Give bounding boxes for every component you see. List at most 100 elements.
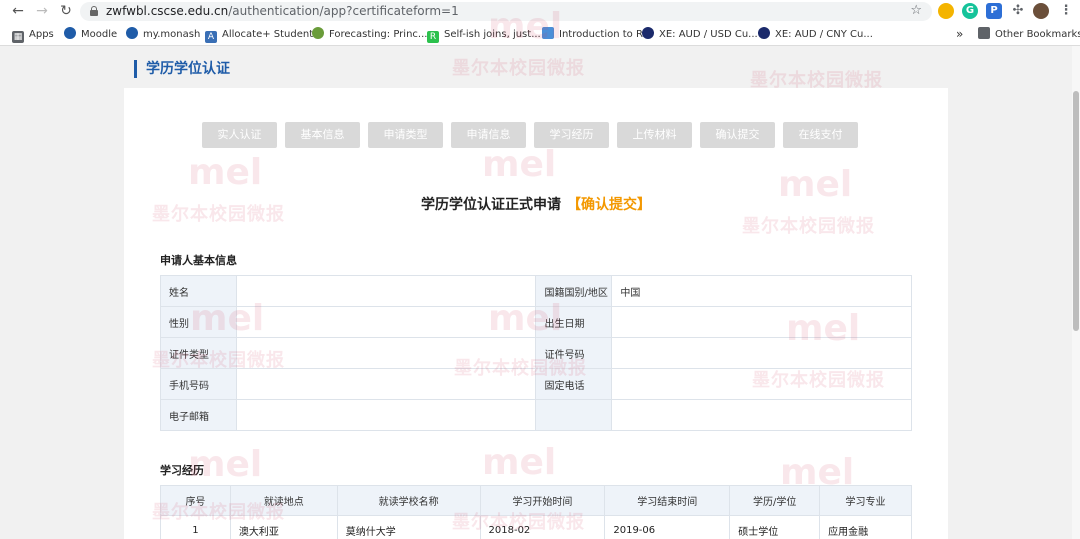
empty-value <box>611 399 912 431</box>
column-header: 学历/学位 <box>729 485 821 516</box>
id-number-value <box>611 337 912 369</box>
column-header: 学习开始时间 <box>479 485 606 516</box>
allocate-icon: A <box>205 31 217 43</box>
bookmark-label: Self-ish joins, just... <box>444 29 541 40</box>
birth-date-label: 出生日期 <box>535 306 613 338</box>
globe-icon <box>64 27 76 39</box>
watermark-text: 墨尔本校园微报 <box>452 58 585 79</box>
url-text: zwfwbl.cscse.edu.cn/authentication/app?c… <box>106 4 459 19</box>
table-cell: 2018-02 <box>479 515 606 539</box>
table-row: 证件类型 证件号码 <box>160 337 912 369</box>
bookmark-label: my.monash <box>143 29 201 40</box>
gender-label: 性别 <box>160 306 237 338</box>
bookmark-label: XE: AUD / CNY Cu... <box>775 29 873 40</box>
url-path: /authentication/app?certificateform=1 <box>228 4 459 18</box>
arrow-right-icon: → <box>36 3 48 19</box>
page-title: 学历学位认证 <box>134 60 230 78</box>
bookmark-intro-r[interactable]: Introduction to R <box>542 27 643 42</box>
email-label: 电子邮箱 <box>160 399 237 431</box>
extension-grammarly-icon[interactable]: G <box>962 3 978 19</box>
table-cell: 硕士学位 <box>729 515 821 539</box>
step-study-history[interactable]: 学习经历 <box>534 122 609 148</box>
page-scrollbar[interactable] <box>1072 46 1080 539</box>
table-cell: 莫纳什大学 <box>336 515 481 539</box>
shield-icon <box>542 27 554 39</box>
step-basic-info[interactable]: 基本信息 <box>285 122 360 148</box>
extensions-puzzle-icon[interactable]: ✣ <box>1010 3 1026 19</box>
back-button[interactable]: ← <box>8 2 28 20</box>
step-application-type[interactable]: 申请类型 <box>368 122 443 148</box>
table-row: 1 澳大利亚 莫纳什大学 2018-02 2019-06 硕士学位 应用金融 <box>160 515 912 539</box>
other-bookmarks[interactable]: Other Bookmarks <box>978 27 1080 42</box>
folder-icon <box>978 27 990 39</box>
birth-date-value <box>611 306 912 338</box>
bookmark-star-icon[interactable]: ☆ <box>910 3 922 18</box>
bookmark-label: Introduction to R <box>559 29 643 40</box>
bookmark-xe-cny[interactable]: XE: AUD / CNY Cu... <box>758 27 873 42</box>
profile-avatar[interactable] <box>1033 3 1049 19</box>
bookmarks-bar: ▦ Apps Moodle my.monash A Allocate+ Studen… <box>0 24 1080 45</box>
name-value <box>235 275 537 307</box>
extension-p-icon[interactable]: P <box>986 3 1002 19</box>
leaf-icon <box>312 27 324 39</box>
column-header: 学习结束时间 <box>604 485 731 516</box>
address-bar[interactable]: zwfwbl.cscse.edu.cn/authentication/app?c… <box>80 2 932 21</box>
r-icon: R <box>427 31 439 43</box>
applicant-info-table: 姓名 国籍国别/地区 中国 性别 出生日期 证件类型 证件号码 手机号码 固定电 <box>160 275 912 431</box>
column-header: 就读学校名称 <box>336 485 481 516</box>
id-type-label: 证件类型 <box>160 337 237 369</box>
table-row: 姓名 国籍国别/地区 中国 <box>160 275 912 307</box>
url-host: zwfwbl.cscse.edu.cn <box>106 4 229 18</box>
scrollbar-thumb[interactable] <box>1073 91 1079 331</box>
apps-grid-icon: ▦ <box>12 31 24 43</box>
column-header: 学习专业 <box>819 485 912 516</box>
gender-value <box>235 306 537 338</box>
form-title: 学历学位认证正式申请 【确认提交】 <box>124 194 948 214</box>
bookmark-forecasting[interactable]: Forecasting: Princ... <box>312 27 427 42</box>
more-bookmarks-button[interactable]: » <box>956 27 963 42</box>
extension-chrome-icon[interactable] <box>938 3 954 19</box>
form-title-text: 学历学位认证正式申请 <box>421 197 561 213</box>
education-table: 序号 就读地点 就读学校名称 学习开始时间 学习结束时间 学历/学位 学习专业 … <box>160 485 912 539</box>
globe-icon <box>126 27 138 39</box>
page: 学历学位认证 实人认证 基本信息 申请类型 申请信息 学习经历 上传材料 确认提… <box>0 6 1080 539</box>
table-cell: 2019-06 <box>604 515 731 539</box>
landline-value <box>611 368 912 400</box>
bookmark-moodle[interactable]: Moodle <box>64 27 117 42</box>
table-row: 手机号码 固定电话 <box>160 368 912 400</box>
bookmark-label: Forecasting: Princ... <box>329 29 428 40</box>
table-row: 性别 出生日期 <box>160 306 912 338</box>
forward-button[interactable]: → <box>32 2 52 20</box>
bookmark-xe-usd[interactable]: XE: AUD / USD Cu... <box>642 27 758 42</box>
form-status: 【确认提交】 <box>567 197 651 213</box>
step-real-name-auth[interactable]: 实人认证 <box>202 122 277 148</box>
bookmark-label: XE: AUD / USD Cu... <box>659 29 758 40</box>
bookmark-apps[interactable]: ▦ Apps <box>12 27 54 43</box>
xe-icon <box>642 27 654 39</box>
id-type-value <box>235 337 537 369</box>
column-header: 序号 <box>160 485 231 516</box>
step-application-info[interactable]: 申请信息 <box>451 122 526 148</box>
step-upload-materials[interactable]: 上传材料 <box>617 122 692 148</box>
browser-chrome: ← → ↻ zwfwbl.cscse.edu.cn/authentication… <box>0 0 1080 46</box>
menu-kebab-icon[interactable]: ⋮ <box>1058 3 1074 19</box>
nationality-value: 中国 <box>611 275 912 307</box>
table-header-row: 序号 就读地点 就读学校名称 学习开始时间 学习结束时间 学历/学位 学习专业 <box>160 485 912 516</box>
bookmark-label: Allocate+ Student <box>222 29 314 40</box>
bookmark-allocate[interactable]: A Allocate+ Student <box>205 27 314 43</box>
bookmark-label: Moodle <box>81 29 118 40</box>
nationality-label: 国籍国别/地区 <box>535 275 613 307</box>
browser-toolbar: ← → ↻ zwfwbl.cscse.edu.cn/authentication… <box>0 0 1080 23</box>
bookmark-label: Apps <box>29 29 54 40</box>
mobile-value <box>235 368 537 400</box>
reload-button[interactable]: ↻ <box>56 2 76 20</box>
table-cell: 1 <box>160 515 231 539</box>
bookmark-my-monash[interactable]: my.monash <box>126 27 200 42</box>
xe-icon <box>758 27 770 39</box>
landline-label: 固定电话 <box>535 368 613 400</box>
step-online-payment[interactable]: 在线支付 <box>783 122 858 148</box>
bookmark-self-ish-joins[interactable]: R Self-ish joins, just... <box>427 27 541 43</box>
table-row: 电子邮箱 <box>160 399 912 431</box>
step-confirm-submit[interactable]: 确认提交 <box>700 122 775 148</box>
empty-label <box>535 399 613 431</box>
